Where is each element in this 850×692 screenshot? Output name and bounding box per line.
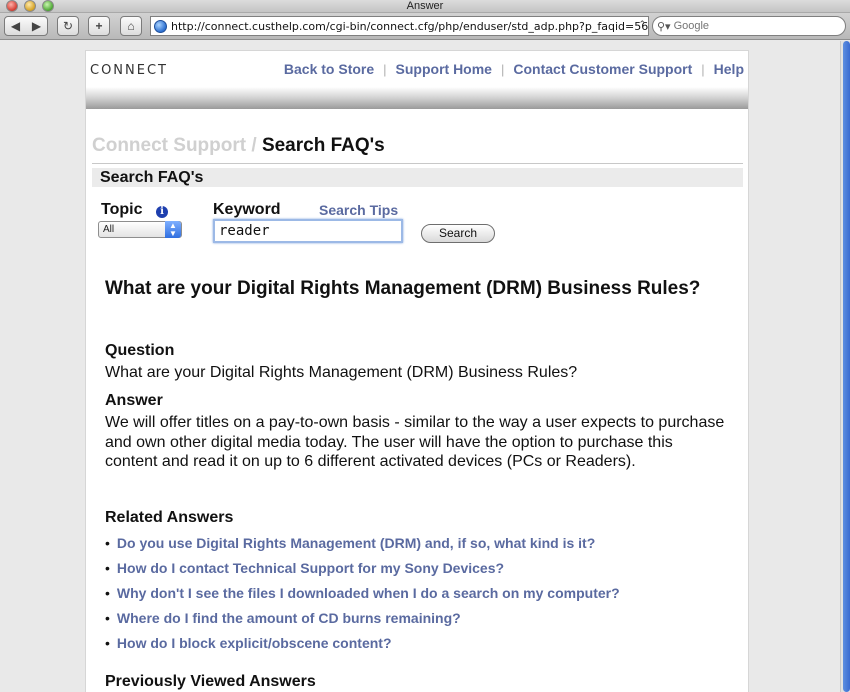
related-answer-link[interactable]: How do I contact Technical Support for m… [117, 560, 504, 576]
globe-icon [154, 19, 167, 33]
related-answer-link[interactable]: How do I block explicit/obscene content? [117, 635, 392, 651]
related-answer-link[interactable]: Where do I find the amount of CD burns r… [117, 610, 461, 626]
home-button[interactable]: ⌂ [120, 16, 142, 36]
breadcrumb-parent[interactable]: Connect Support / [92, 135, 257, 156]
back-forward-buttons[interactable]: ◀ ▶ [4, 16, 48, 36]
topic-label: Topic [101, 201, 143, 218]
forward-arrow-icon[interactable]: ▶ [32, 19, 41, 33]
keyword-input[interactable]: reader [213, 219, 403, 243]
list-item: • How do I block explicit/obscene content… [105, 630, 620, 655]
previously-viewed-heading: Previously Viewed Answers [105, 673, 316, 690]
list-item: • Why don't I see the files I downloaded … [105, 581, 620, 606]
nav-help[interactable]: Help [714, 61, 744, 77]
home-icon: ⌂ [127, 19, 135, 33]
select-arrows-icon: ▲ ▼ [165, 221, 181, 238]
related-answer-link[interactable]: Do you use Digital Rights Management (DR… [117, 535, 595, 551]
list-item: • How do I contact Technical Support for … [105, 556, 620, 581]
answer-title: What are your Digital Rights Management … [105, 278, 701, 299]
info-icon[interactable]: i [156, 206, 168, 218]
window-title: Answer [406, 0, 444, 12]
nav-back-to-store[interactable]: Back to Store [284, 61, 374, 77]
bullet: • [105, 560, 110, 577]
keyword-label: Keyword [213, 201, 281, 218]
add-bookmark-button[interactable]: + [88, 16, 110, 36]
window-titlebar: Answer [0, 0, 850, 13]
address-url[interactable]: http://connect.custhelp.com/cgi-bin/conn… [171, 20, 648, 33]
answer-text: We will offer titles on a pay-to-own bas… [105, 414, 725, 470]
address-bar[interactable]: http://connect.custhelp.com/cgi-bin/conn… [150, 16, 649, 36]
connect-logo[interactable]: CONNECT [90, 63, 168, 78]
bullet: • [105, 634, 110, 651]
page-title: Search FAQ's [261, 135, 385, 156]
back-arrow-icon[interactable]: ◀ [11, 19, 20, 33]
nav-separator: | [701, 61, 705, 77]
search-icon[interactable]: ⚲▾ [657, 20, 671, 33]
related-answers-list: • Do you use Digital Rights Management (D… [105, 531, 620, 655]
nav-support-home[interactable]: Support Home [396, 61, 492, 77]
top-nav: Back to Store | Support Home | Contact C… [284, 61, 744, 77]
question-text: What are your Digital Rights Management … [105, 364, 578, 381]
bullet: • [105, 584, 110, 601]
divider [92, 163, 743, 164]
web-search-field[interactable]: ⚲▾ [652, 16, 846, 36]
support-page: CONNECT Back to Store | Support Home | C… [85, 50, 749, 692]
search-button[interactable]: Search [421, 224, 495, 243]
vertical-scrollbar[interactable] [840, 41, 850, 692]
answer-heading: Answer [105, 392, 163, 409]
web-search-input[interactable] [673, 20, 824, 32]
site-header: CONNECT Back to Store | Support Home | C… [86, 51, 748, 109]
search-section-title: Search FAQ's [92, 168, 743, 187]
nav-separator: | [383, 61, 387, 77]
reload-icon: ↻ [62, 19, 74, 33]
nav-contact-support[interactable]: Contact Customer Support [513, 61, 692, 77]
bullet: • [105, 535, 110, 552]
browser-toolbar: ◀ ▶ ↻ + ⌂ http://connect.custhelp.com/cg… [0, 13, 850, 40]
bullet: • [105, 609, 110, 626]
related-answer-link[interactable]: Why don't I see the files I downloaded w… [117, 585, 620, 601]
search-tips-link[interactable]: Search Tips [319, 202, 398, 218]
list-item: • Where do I find the amount of CD burns … [105, 605, 620, 630]
chevron-up-icon[interactable]: ⌃ [638, 19, 646, 30]
scrollbar-thumb[interactable] [843, 41, 850, 692]
question-heading: Question [105, 342, 175, 359]
list-item: • Do you use Digital Rights Management (D… [105, 531, 620, 556]
topic-select-value: All [103, 224, 115, 235]
nav-separator: | [500, 61, 505, 77]
reload-button[interactable]: ↻ [57, 16, 79, 36]
breadcrumb: Connect Support / Search FAQ's [92, 135, 385, 157]
topic-select[interactable]: All ▲ ▼ [98, 221, 182, 238]
page-viewport: CONNECT Back to Store | Support Home | C… [0, 41, 850, 692]
plus-icon: + [95, 19, 103, 33]
related-answers-heading: Related Answers [105, 509, 234, 526]
